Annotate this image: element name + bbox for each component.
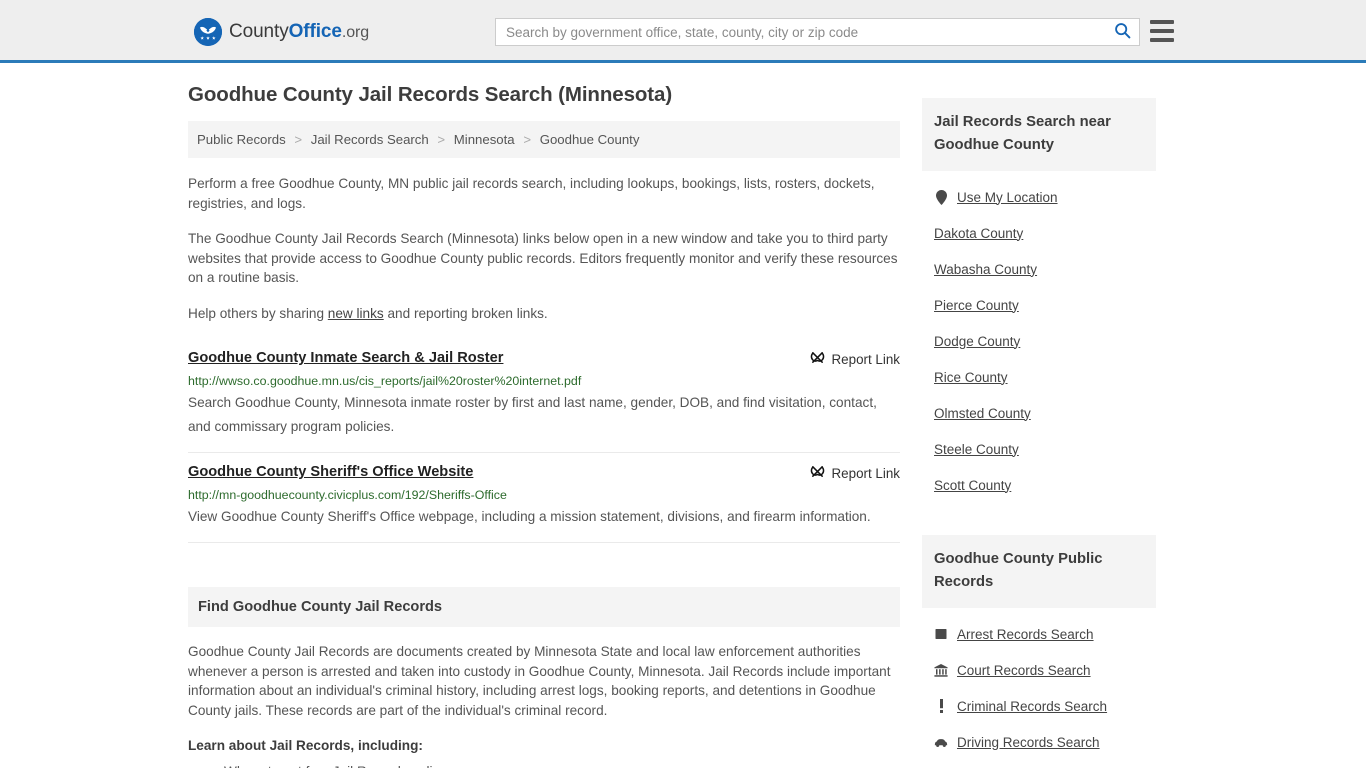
listing-item: Goodhue County Sheriff's Office Website … (188, 453, 900, 543)
listing-description: View Goodhue County Sheriff's Office web… (188, 509, 871, 524)
nearby-counties-list: Use My Location Dakota County Wabasha Co… (922, 171, 1156, 503)
sidebar-item-dakota-county[interactable]: Dakota County (934, 215, 1156, 251)
nearby-counties-header: Jail Records Search near Goodhue County (922, 98, 1156, 171)
site-header: CountyOffice.org (0, 0, 1366, 63)
sidebar-link-label[interactable]: Driving Records Search (957, 735, 1100, 750)
search-input[interactable] (496, 19, 1105, 45)
listing-description: Search Goodhue County, Minnesota inmate … (188, 395, 877, 434)
listing-header: Goodhue County Sheriff's Office Website … (188, 462, 900, 482)
hamburger-bar-2 (1150, 29, 1174, 33)
sidebar-item-olmsted-county[interactable]: Olmsted County (934, 395, 1156, 431)
listing-url[interactable]: http://mn-goodhuecounty.civicplus.com/19… (188, 487, 900, 503)
main-content: Goodhue County Jail Records Search (Minn… (188, 83, 900, 768)
sidebar-item-dodge-county[interactable]: Dodge County (934, 323, 1156, 359)
sidebar-item-inmate-search[interactable]: Inmate Search (934, 760, 1156, 768)
sidebar-link-label[interactable]: Use My Location (957, 190, 1058, 205)
sidebar-item-use-my-location[interactable]: Use My Location (934, 179, 1156, 215)
search-icon (1114, 22, 1131, 42)
sidebar-item-scott-county[interactable]: Scott County (934, 467, 1156, 503)
logo-word-org: .org (341, 24, 370, 41)
broken-link-icon (810, 350, 825, 368)
hamburger-bar-1 (1150, 20, 1174, 24)
list-item: Where to get free Jail Records online (224, 761, 900, 768)
map-pin-icon (934, 189, 948, 205)
logo-word-office: Office (288, 21, 342, 42)
sidebar-link-label[interactable]: Pierce County (934, 298, 1019, 313)
sidebar: Jail Records Search near Goodhue County … (922, 83, 1156, 768)
hamburger-bar-3 (1150, 38, 1174, 42)
site-logo[interactable]: CountyOffice.org (194, 18, 369, 46)
car-icon (934, 737, 948, 748)
courthouse-icon (934, 663, 948, 677)
sidebar-link-label[interactable]: Olmsted County (934, 406, 1031, 421)
nearby-counties-box: Jail Records Search near Goodhue County … (922, 98, 1156, 503)
new-links-link[interactable]: new links (328, 306, 384, 321)
listing-header: Goodhue County Inmate Search & Jail Rost… (188, 348, 900, 368)
sidebar-link-label[interactable]: Criminal Records Search (957, 699, 1107, 714)
search-bar[interactable] (495, 18, 1140, 46)
sidebar-item-criminal-records-search[interactable]: Criminal Records Search (934, 688, 1156, 724)
public-records-box: Goodhue County Public Records Arrest Rec… (922, 535, 1156, 768)
listing-url[interactable]: http://wwso.co.goodhue.mn.us/cis_reports… (188, 373, 900, 389)
sidebar-link-label[interactable]: Rice County (934, 370, 1008, 385)
learn-about-list: Where to get free Jail Records online (188, 761, 900, 768)
sidebar-item-pierce-county[interactable]: Pierce County (934, 287, 1156, 323)
help-suffix: and reporting broken links. (383, 305, 548, 321)
broken-link-icon (810, 464, 825, 482)
breadcrumb-separator: > (437, 132, 446, 147)
eagle-seal-icon (194, 18, 222, 46)
breadcrumb-item-2[interactable]: Minnesota (454, 132, 515, 147)
help-prefix: Help others by sharing (188, 305, 328, 321)
sidebar-link-label[interactable]: Arrest Records Search (957, 627, 1094, 642)
breadcrumb-separator: > (523, 132, 532, 147)
sidebar-link-label[interactable]: Wabasha County (934, 262, 1037, 277)
sidebar-link-label[interactable]: Dakota County (934, 226, 1023, 241)
public-records-list: Arrest Records Search Court Records Sear… (922, 608, 1156, 768)
exclamation-icon (934, 699, 948, 713)
listing-title-link[interactable]: Goodhue County Inmate Search & Jail Rost… (188, 348, 503, 368)
learn-about-subheading: Learn about Jail Records, including: (188, 738, 423, 753)
site-logo-text: CountyOffice.org (229, 21, 369, 43)
sidebar-item-court-records-search[interactable]: Court Records Search (934, 652, 1156, 688)
listing-title-link[interactable]: Goodhue County Sheriff's Office Website (188, 462, 473, 482)
nearby-counties-heading: Jail Records Search near Goodhue County (934, 114, 1111, 153)
report-link-label: Report Link (831, 351, 900, 367)
breadcrumb-item-0[interactable]: Public Records (197, 132, 286, 147)
sidebar-item-driving-records-search[interactable]: Driving Records Search (934, 724, 1156, 760)
hamburger-menu-button[interactable] (1150, 20, 1174, 42)
intro-paragraph-2: The Goodhue County Jail Records Search (… (188, 231, 898, 285)
breadcrumb-separator: > (294, 132, 303, 147)
listing-item: Goodhue County Inmate Search & Jail Rost… (188, 339, 900, 453)
content-container: Goodhue County Jail Records Search (Minn… (188, 63, 1178, 768)
breadcrumb: Public Records > Jail Records Search > M… (188, 121, 900, 158)
find-records-heading: Find Goodhue County Jail Records (198, 599, 443, 615)
breadcrumb-item-3[interactable]: Goodhue County (540, 132, 640, 147)
sidebar-link-label[interactable]: Scott County (934, 478, 1011, 493)
sidebar-link-label[interactable]: Steele County (934, 442, 1019, 457)
find-records-paragraph: Goodhue County Jail Records are document… (188, 644, 891, 718)
sidebar-link-label[interactable]: Dodge County (934, 334, 1020, 349)
report-link-button[interactable]: Report Link (810, 348, 900, 368)
find-records-section-body: Goodhue County Jail Records are document… (188, 627, 900, 768)
public-records-heading: Goodhue County Public Records (934, 551, 1103, 590)
sidebar-item-rice-county[interactable]: Rice County (934, 359, 1156, 395)
help-paragraph: Help others by sharing new links and rep… (188, 304, 900, 324)
sidebar-item-wabasha-county[interactable]: Wabasha County (934, 251, 1156, 287)
logo-word-county: County (229, 21, 289, 42)
sidebar-item-arrest-records-search[interactable]: Arrest Records Search (934, 616, 1156, 652)
page-title: Goodhue County Jail Records Search (Minn… (188, 83, 673, 106)
public-records-header: Goodhue County Public Records (922, 535, 1156, 608)
report-link-label: Report Link (831, 465, 900, 481)
fingerprint-card-icon (934, 628, 948, 640)
intro-paragraph-1: Perform a free Goodhue County, MN public… (188, 176, 875, 211)
page-body: Goodhue County Jail Records Search (Minn… (0, 63, 1366, 768)
sidebar-link-label[interactable]: Court Records Search (957, 663, 1091, 678)
search-button[interactable] (1105, 19, 1139, 45)
find-records-section-header: Find Goodhue County Jail Records (188, 587, 900, 627)
report-link-button[interactable]: Report Link (810, 462, 900, 482)
sidebar-item-steele-county[interactable]: Steele County (934, 431, 1156, 467)
breadcrumb-item-1[interactable]: Jail Records Search (311, 132, 429, 147)
